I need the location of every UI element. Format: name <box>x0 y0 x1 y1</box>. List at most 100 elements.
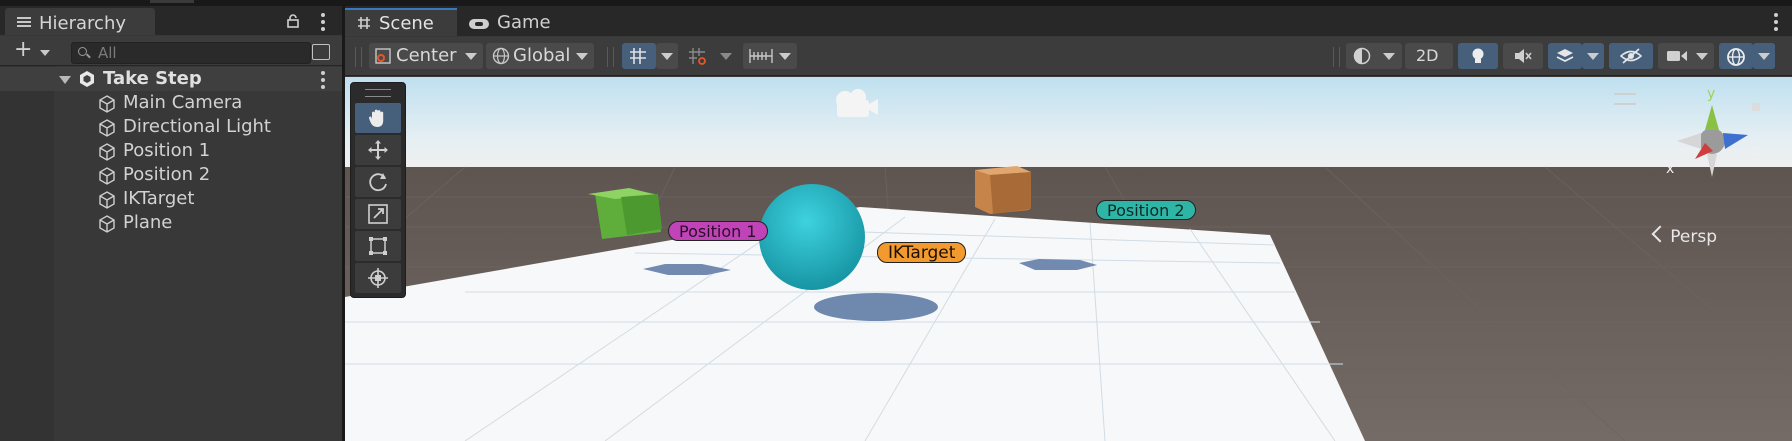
pivot-center-icon <box>375 48 391 64</box>
list-item[interactable]: Position 1 <box>0 139 342 163</box>
hidden-eye-icon <box>1620 48 1642 64</box>
layers-icon <box>1556 49 1574 63</box>
hand-tool[interactable] <box>355 103 401 133</box>
scene-name: Take Step <box>103 68 202 89</box>
transform-tool[interactable] <box>355 263 401 293</box>
cube-icon <box>99 119 115 137</box>
camera-settings-dropdown[interactable] <box>1658 43 1714 69</box>
lighting-toggle[interactable] <box>1458 43 1498 69</box>
gizmo-lock-icon[interactable] <box>1752 103 1760 111</box>
2d-mode-button[interactable]: 2D <box>1405 43 1453 69</box>
rotate-tool[interactable] <box>355 167 401 197</box>
transform-icon <box>368 268 388 288</box>
tab-scene[interactable]: Scene <box>345 8 457 36</box>
cube-icon <box>99 191 115 209</box>
list-item[interactable]: Main Camera <box>0 91 342 115</box>
list-item-label: Directional Light <box>123 116 271 137</box>
hash-icon <box>358 17 370 29</box>
move-tool[interactable] <box>355 135 401 165</box>
create-button[interactable]: + <box>14 39 32 61</box>
list-item-label: Main Camera <box>123 92 243 113</box>
search-icon <box>78 47 87 56</box>
position2-label: Position 2 <box>1096 200 1196 220</box>
projection-toggle[interactable]: Persp <box>1651 225 1717 247</box>
scale-icon <box>368 204 388 224</box>
projection-label: Persp <box>1670 227 1717 247</box>
chevron-down-icon <box>1758 53 1770 60</box>
gizmo-globe-icon <box>1727 48 1745 66</box>
lightbulb-icon <box>1472 48 1484 63</box>
palette-drag-handle[interactable] <box>365 89 391 97</box>
search-options-icon[interactable] <box>312 44 330 60</box>
toolbar-grip <box>607 47 614 67</box>
gamepad-icon <box>469 19 489 29</box>
axis-x-label: x <box>1666 161 1675 177</box>
list-item[interactable]: IKTarget <box>0 187 342 211</box>
list-item[interactable]: Plane <box>0 211 342 235</box>
increment-snap-dropdown[interactable] <box>715 43 737 69</box>
rect-icon <box>369 237 387 255</box>
scene-viewport[interactable]: Position 1 Position 2 IKTarget y x z Per… <box>345 77 1792 441</box>
list-item-label: IKTarget <box>123 188 195 209</box>
scale-tool[interactable] <box>355 199 401 229</box>
chevron-down-icon <box>720 53 732 60</box>
list-item-label: Position 1 <box>123 140 211 161</box>
pivot-mode-label: Center <box>396 45 457 66</box>
scene-render <box>345 77 1792 441</box>
visibility-toggle[interactable] <box>1609 43 1653 69</box>
list-item[interactable]: Position 2 <box>0 163 342 187</box>
scene-root-row[interactable]: Take Step <box>0 67 342 91</box>
gizmos-dropdown[interactable] <box>1753 43 1775 69</box>
foldout-arrow-icon[interactable] <box>59 76 71 84</box>
2d-mode-label: 2D <box>1416 46 1439 65</box>
mute-icon <box>1515 49 1532 63</box>
tab-hierarchy[interactable]: Hierarchy <box>5 8 155 35</box>
search-placeholder: All <box>98 44 117 62</box>
chevron-down-icon <box>1383 53 1395 60</box>
axis-z-label: z <box>1753 143 1761 159</box>
ruler-icon <box>749 49 773 63</box>
effects-toggle[interactable] <box>1548 43 1582 69</box>
camera-icon <box>1667 51 1687 61</box>
tool-palette <box>350 82 406 298</box>
rect-tool[interactable] <box>355 231 401 261</box>
snap-settings-dropdown[interactable] <box>743 43 797 69</box>
hand-icon <box>368 109 384 127</box>
scene-tabbar: Scene Game <box>345 6 1792 36</box>
scene-panel: Scene Game Center Global 2D Position 1 P… <box>345 6 1792 441</box>
chevron-down-icon[interactable] <box>40 50 50 56</box>
chevron-down-icon <box>779 53 791 60</box>
search-input[interactable]: All <box>71 42 311 64</box>
cube-icon <box>99 143 115 161</box>
overlay-menu-icon[interactable] <box>1614 93 1636 105</box>
grid-snap-dropdown[interactable] <box>656 43 678 69</box>
pivot-mode-dropdown[interactable]: Center <box>369 43 483 69</box>
hierarchy-toolbar: + All <box>0 36 342 66</box>
cube-icon <box>99 215 115 233</box>
tab-game[interactable]: Game <box>459 8 559 36</box>
list-item[interactable]: Directional Light <box>0 115 342 139</box>
lock-icon[interactable] <box>287 14 299 28</box>
chevron-down-icon <box>1696 53 1708 60</box>
increment-snap-button[interactable] <box>681 43 715 69</box>
pivot-rotation-label: Global <box>513 45 571 66</box>
tab-game-label: Game <box>497 12 551 33</box>
chevron-down-icon <box>576 53 588 60</box>
list-icon <box>17 17 31 27</box>
list-item-label: Position 2 <box>123 164 211 185</box>
increment-snap-icon <box>689 48 706 65</box>
effects-dropdown[interactable] <box>1582 43 1604 69</box>
audio-toggle[interactable] <box>1503 43 1543 69</box>
grid-snapping-button[interactable] <box>622 43 656 69</box>
pivot-rotation-dropdown[interactable]: Global <box>486 43 594 69</box>
chevron-down-icon <box>661 53 673 60</box>
globe-icon <box>492 47 510 65</box>
gizmos-toggle[interactable] <box>1719 43 1753 69</box>
iktarget-label: IKTarget <box>877 242 967 263</box>
scene-menu-icon[interactable] <box>321 71 325 89</box>
position1-label: Position 1 <box>668 221 768 241</box>
draw-mode-dropdown[interactable] <box>1346 43 1402 69</box>
hierarchy-menu-icon[interactable] <box>321 13 325 31</box>
chevron-left-icon <box>1651 225 1669 243</box>
scene-tab-menu-icon[interactable] <box>1774 13 1778 31</box>
